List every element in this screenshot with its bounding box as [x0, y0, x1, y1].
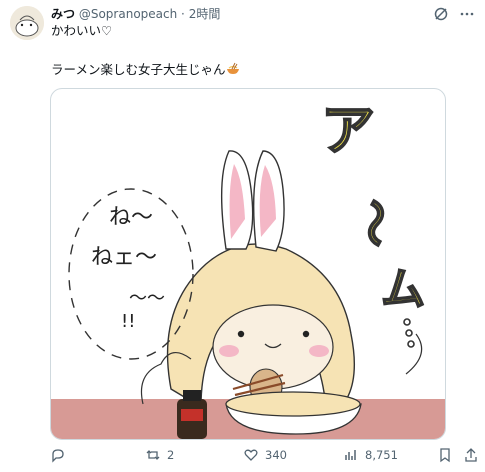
header-icons [433, 6, 475, 22]
reply-button[interactable] [50, 445, 72, 465]
grok-icon[interactable] [433, 6, 449, 22]
tweet-text-line1: かわいい♡ [51, 23, 113, 38]
like-button[interactable]: 340 [243, 445, 287, 465]
ramen-bowl-icon [226, 62, 240, 80]
retweet-icon [146, 450, 160, 460]
speech-text-2: ねェ〜 [91, 245, 157, 270]
tweet-text: ラーメン楽しむ女子大生じゃん [51, 62, 226, 77]
speech-text-3: 〜〜 [129, 288, 165, 309]
shout-mu: ム [381, 264, 425, 315]
view-count: 8,751 [365, 448, 398, 462]
timestamp[interactable]: 2時間 [189, 7, 221, 21]
action-bar: 2 340 8,751 [0, 445, 485, 469]
avatar[interactable] [10, 6, 44, 40]
display-name[interactable]: みつ [51, 7, 75, 21]
share-button[interactable] [463, 445, 479, 465]
analytics-icon [345, 450, 356, 460]
like-count: 340 [265, 448, 287, 462]
heart-icon [244, 449, 258, 461]
retweet-button[interactable]: 2 [145, 445, 174, 465]
retweet-count: 2 [167, 448, 175, 462]
bookmark-button[interactable] [437, 445, 453, 465]
speech-text-1: ね〜 [109, 205, 153, 230]
handle[interactable]: @Sopranopeach [79, 7, 177, 21]
tweet-text-line2: ラーメン楽しむ女子大生じゃん [51, 62, 240, 80]
share-icon [465, 448, 477, 462]
tweet-header: みつ @Sopranopeach · 2時間 [51, 6, 220, 22]
reply-icon [52, 449, 64, 463]
more-icon[interactable] [459, 6, 475, 22]
bookmark-icon [440, 448, 450, 463]
views-button[interactable]: 8,751 [343, 445, 398, 465]
speech-text-4: !! [121, 311, 135, 332]
separator: · [181, 7, 185, 21]
tweet-image[interactable]: ア 〜 ム ね〜 ねェ〜 〜〜 !! [50, 88, 446, 440]
shout-a: ア [321, 99, 375, 162]
shout-tilde: 〜 [346, 199, 402, 247]
